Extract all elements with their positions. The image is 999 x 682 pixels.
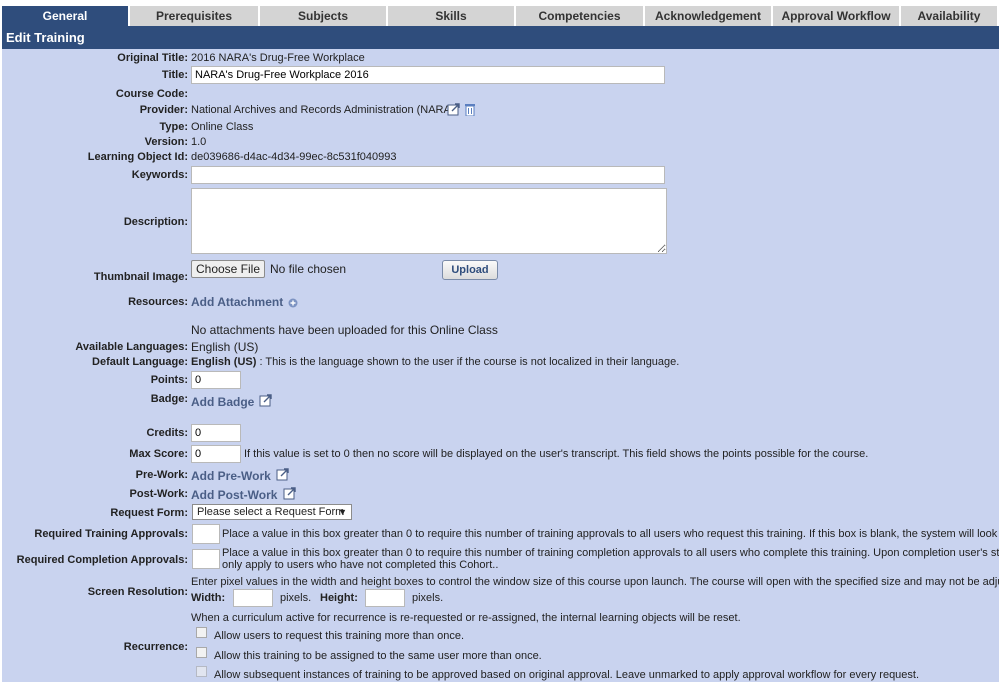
required-completion-approvals-label: Required Completion Approvals: xyxy=(16,554,188,566)
credits-input[interactable] xyxy=(191,424,241,442)
request-form-label: Request Form: xyxy=(110,507,188,519)
available-languages-value: English (US) xyxy=(191,340,259,354)
points-input[interactable] xyxy=(191,371,241,389)
required-training-approvals-input[interactable] xyxy=(192,524,220,544)
learning-object-id-value: de039686-d4ac-4d34-99ec-8c531f040993 xyxy=(191,151,397,163)
request-form-selected: Please select a Request Form xyxy=(197,506,345,518)
post-work-label: Post-Work: xyxy=(129,488,188,500)
type-label: Type: xyxy=(159,121,188,133)
choose-file-button[interactable]: Choose File xyxy=(191,260,265,278)
recurrence-allow-request-label: Allow users to request this training mor… xyxy=(214,630,465,642)
learning-object-id-label: Learning Object Id: xyxy=(87,151,188,163)
no-file-chosen-text: No file chosen xyxy=(270,262,347,276)
recurrence-original-approval-checkbox[interactable] xyxy=(196,666,207,677)
pre-work-label: Pre-Work: xyxy=(135,469,188,481)
width-input[interactable] xyxy=(233,589,273,607)
upload-button[interactable]: Upload xyxy=(442,260,498,280)
add-badge-link[interactable]: Add Badge xyxy=(191,394,273,409)
width-pixels-text: pixels. xyxy=(280,592,312,604)
description-label: Description: xyxy=(123,216,188,228)
recurrence-original-approval-label: Allow subsequent instances of training t… xyxy=(214,669,920,681)
external-link-icon xyxy=(283,487,296,500)
max-score-input[interactable] xyxy=(191,445,241,463)
height-label: Height: xyxy=(320,592,358,604)
add-post-work-link[interactable]: Add Post-Work xyxy=(191,487,297,502)
page-title: Edit Training xyxy=(2,26,999,49)
version-label: Version: xyxy=(144,136,188,148)
resources-label: Resources: xyxy=(128,296,188,308)
external-link-icon[interactable] xyxy=(447,103,461,116)
provider-value: National Archives and Records Administra… xyxy=(191,104,455,116)
available-languages-label: Available Languages: xyxy=(75,341,188,353)
recurrence-label: Recurrence: xyxy=(123,641,188,653)
recurrence-note: When a curriculum active for recurrence … xyxy=(191,612,741,624)
required-completion-approvals-note-1: Place a value in this box greater than 0… xyxy=(222,547,999,559)
default-language-row: English (US) : This is the language show… xyxy=(191,356,679,368)
title-input[interactable] xyxy=(191,66,665,84)
add-pre-work-text: Add Pre-Work xyxy=(191,469,271,483)
height-input[interactable] xyxy=(365,589,405,607)
tab-approval-workflow[interactable]: Approval Workflow xyxy=(773,6,901,26)
keywords-input[interactable] xyxy=(191,166,665,184)
add-pre-work-link[interactable]: Add Pre-Work xyxy=(191,468,290,483)
badge-label: Badge: xyxy=(150,393,188,405)
max-score-note: If this value is set to 0 then no score … xyxy=(244,448,869,460)
version-value: 1.0 xyxy=(191,136,207,148)
width-label: Width: xyxy=(191,592,226,604)
screen-resolution-label: Screen Resolution: xyxy=(87,586,188,598)
provider-label: Provider: xyxy=(139,104,188,116)
add-post-work-text: Add Post-Work xyxy=(191,488,278,502)
type-value: Online Class xyxy=(191,121,254,133)
tab-acknowledgement[interactable]: Acknowledgement xyxy=(645,6,773,26)
recurrence-allow-assign-label: Allow this training to be assigned to th… xyxy=(214,650,542,662)
original-title-value: 2016 NARA's Drug-Free Workplace xyxy=(191,52,365,64)
height-pixels-text: pixels. xyxy=(412,592,444,604)
tab-prerequisites[interactable]: Prerequisites xyxy=(130,6,260,26)
keywords-label: Keywords: xyxy=(131,169,188,181)
course-code-label: Course Code: xyxy=(115,88,188,100)
add-circle-icon xyxy=(288,298,298,308)
required-training-approvals-note: Place a value in this box greater than 0… xyxy=(222,528,999,540)
screen-resolution-note: Enter pixel values in the width and heig… xyxy=(191,576,999,588)
default-language-value: English (US) xyxy=(191,356,257,368)
tab-bar: General Prerequisites Subjects Skills Co… xyxy=(2,6,999,26)
trash-icon[interactable] xyxy=(463,103,477,116)
description-textarea[interactable] xyxy=(191,188,667,254)
tab-subjects[interactable]: Subjects xyxy=(260,6,388,26)
recurrence-allow-assign-checkbox[interactable] xyxy=(196,647,207,658)
tab-general[interactable]: General xyxy=(2,6,130,26)
add-badge-text: Add Badge xyxy=(191,395,255,409)
required-completion-approvals-input[interactable] xyxy=(192,549,220,569)
original-title-label: Original Title: xyxy=(117,52,188,64)
tab-skills[interactable]: Skills xyxy=(388,6,516,26)
credits-label: Credits: xyxy=(146,427,188,439)
required-completion-approvals-note-2: only apply to users who have not complet… xyxy=(222,559,499,571)
add-attachment-link[interactable]: Add Attachment xyxy=(191,295,298,309)
add-attachment-text: Add Attachment xyxy=(191,295,284,309)
external-link-icon xyxy=(259,394,273,407)
tab-competencies[interactable]: Competencies xyxy=(516,6,645,26)
edit-training-panel: Edit Training Original Title: 2016 NARA'… xyxy=(2,26,999,682)
request-form-select[interactable]: Please select a Request Form ▼ xyxy=(192,504,352,520)
recurrence-allow-request-checkbox[interactable] xyxy=(196,627,207,638)
points-label: Points: xyxy=(150,374,188,386)
default-language-label: Default Language: xyxy=(92,356,188,368)
thumbnail-label: Thumbnail Image: xyxy=(93,271,188,283)
external-link-icon xyxy=(276,468,289,481)
default-language-note: : This is the language shown to the user… xyxy=(256,356,680,368)
title-label: Title: xyxy=(161,69,188,81)
required-training-approvals-label: Required Training Approvals: xyxy=(34,528,188,540)
dropdown-arrow-icon: ▼ xyxy=(338,507,347,517)
tab-availability[interactable]: Availability xyxy=(901,6,999,26)
max-score-label: Max Score: xyxy=(129,448,188,460)
no-attachments-text: No attachments have been uploaded for th… xyxy=(191,323,498,337)
